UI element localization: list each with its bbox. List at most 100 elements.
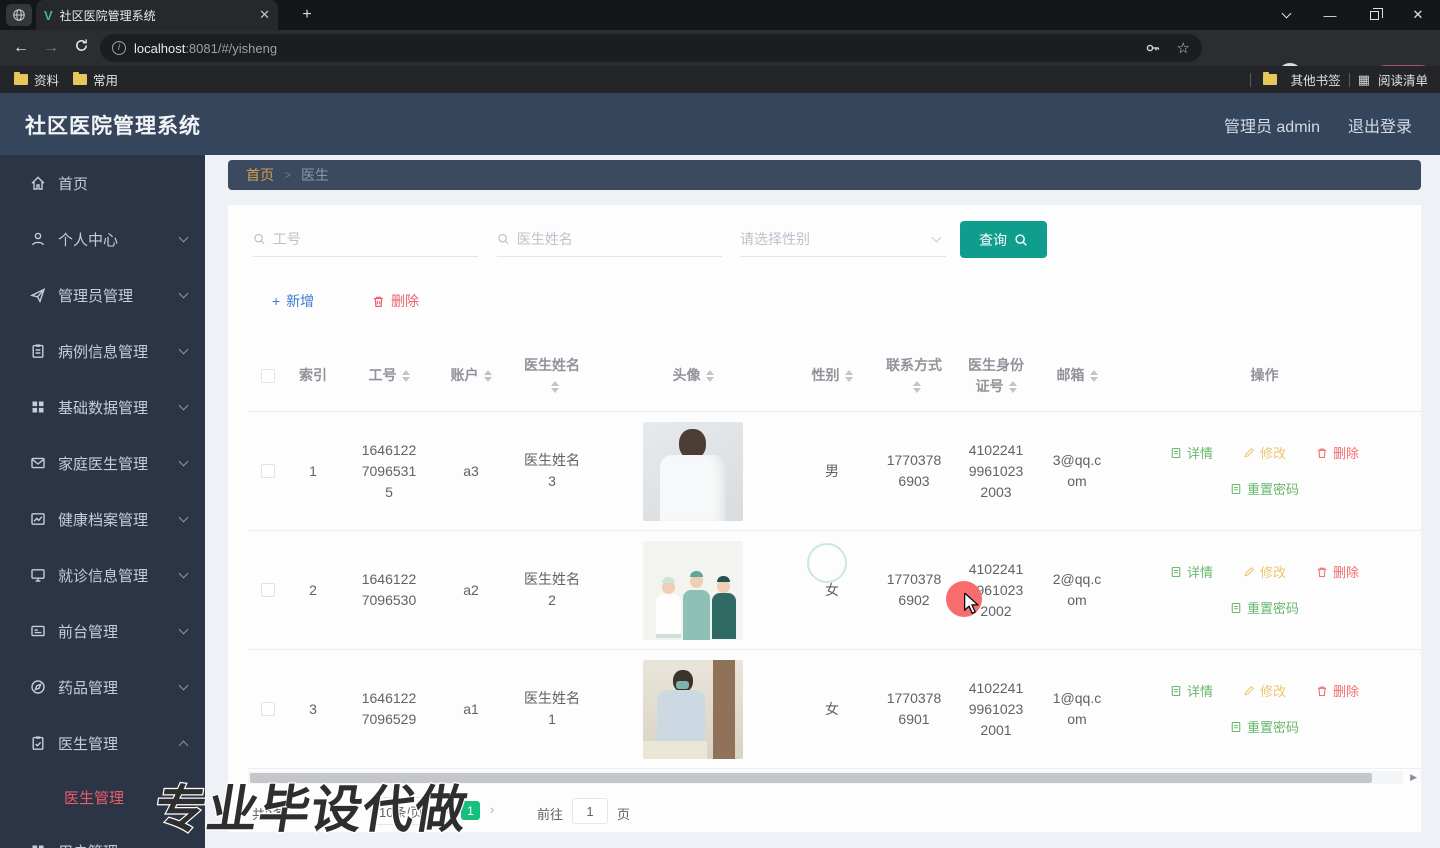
edit-link[interactable]: 修改 — [1243, 443, 1286, 464]
job-no-input[interactable] — [272, 230, 478, 247]
sidebar-item-visit-info[interactable]: 就诊信息管理 — [0, 547, 205, 603]
window-restore-button[interactable] — [1352, 0, 1396, 30]
sidebar-item-front-desk[interactable]: 前台管理 — [0, 603, 205, 659]
cell-phone: 17703786902 — [886, 571, 942, 608]
delete-link[interactable]: 删除 — [1316, 562, 1359, 583]
edit-link[interactable]: 修改 — [1243, 681, 1286, 702]
bookmark-ziliao[interactable]: 资料 — [34, 70, 59, 89]
sort-caret[interactable] — [705, 369, 714, 382]
col-gender[interactable]: 性别 — [784, 365, 880, 386]
forward-icon[interactable]: → — [36, 39, 66, 57]
col-avatar[interactable]: 头像 — [602, 365, 784, 386]
cell-name: 医生姓名1 — [524, 690, 580, 727]
detail-link[interactable]: 详情 — [1170, 681, 1213, 702]
sort-caret[interactable] — [1008, 380, 1017, 393]
chevron-down-icon — [178, 456, 189, 467]
row-checkbox[interactable] — [261, 583, 275, 597]
col-name[interactable]: 医生姓名 — [502, 355, 602, 397]
browser-tab[interactable]: V 社区医院管理系统 ✕ — [36, 0, 278, 30]
window-close-button[interactable]: ✕ — [1396, 0, 1440, 30]
reset-password-link[interactable]: 重置密码 — [1230, 598, 1299, 619]
doctor-avatar-photo — [643, 421, 743, 521]
col-idcard[interactable]: 医生身份证号 — [948, 355, 1044, 397]
document-icon — [1231, 483, 1241, 495]
chevron-down-icon — [178, 400, 189, 411]
page-suffix-label: 页 — [617, 807, 631, 822]
cell-account: a2 — [463, 581, 479, 598]
window-dropdown-icon[interactable] — [1264, 0, 1308, 30]
breadcrumb-home[interactable]: 首页 — [246, 165, 274, 185]
reset-password-link[interactable]: 重置密码 — [1230, 479, 1299, 500]
row-checkbox[interactable] — [261, 464, 275, 478]
trash-icon — [1317, 686, 1327, 697]
url-host: localhost — [134, 40, 186, 56]
job-no-search-field[interactable] — [253, 221, 478, 257]
sort-caret[interactable] — [844, 369, 853, 382]
browser-tab-bar: V 社区医院管理系统 ✕ + — ✕ — [0, 0, 1440, 30]
sidebar-item-health-record[interactable]: 健康档案管理 — [0, 491, 205, 547]
detail-link[interactable]: 详情 — [1170, 562, 1213, 583]
bookmark-changyong[interactable]: 常用 — [93, 70, 118, 89]
chevron-down-icon — [178, 568, 189, 579]
send-icon — [30, 288, 46, 303]
url-field[interactable]: i localhost:8081/#/yisheng ☆ — [100, 34, 1202, 62]
bookmark-star-icon[interactable]: ☆ — [1177, 39, 1190, 57]
doctor-name-input[interactable] — [516, 230, 722, 247]
sidebar-item-personal-center[interactable]: 个人中心 — [0, 211, 205, 267]
app-title: 社区医院管理系统 — [25, 115, 201, 138]
tab-close-icon[interactable]: ✕ — [259, 7, 270, 23]
back-icon[interactable]: ← — [6, 39, 36, 57]
cell-account: a1 — [463, 700, 479, 717]
logout-button[interactable]: 退出登录 — [1348, 113, 1412, 137]
col-account[interactable]: 账户 — [440, 365, 502, 386]
sidebar-item-case-info[interactable]: 病例信息管理 — [0, 323, 205, 379]
search-button[interactable]: 查询 — [960, 221, 1047, 258]
reading-list[interactable]: 阅读清单 — [1378, 70, 1428, 89]
delete-link[interactable]: 删除 — [1316, 681, 1359, 702]
sidebar-item-home[interactable]: 首页 — [0, 155, 205, 211]
window-minimize-button[interactable]: — — [1308, 0, 1352, 30]
cell-index: 1 — [309, 462, 317, 479]
bookmarks-bar: 资料 常用 其他书签 ▦ 阅读清单 — [0, 66, 1440, 93]
select-all-checkbox[interactable] — [261, 368, 275, 383]
new-tab-button[interactable]: + — [296, 5, 318, 27]
refresh-icon[interactable] — [66, 38, 96, 58]
sidebar-item-doctor-management[interactable]: 医生管理 — [0, 715, 205, 771]
chevron-down-icon — [178, 288, 189, 299]
sort-caret[interactable] — [912, 380, 921, 393]
scroll-right-arrow-icon[interactable]: ▶ — [1410, 772, 1417, 783]
reset-password-link[interactable]: 重置密码 — [1230, 717, 1299, 738]
pencil-icon — [1244, 448, 1254, 458]
sidebar-item-admin-management[interactable]: 管理员管理 — [0, 267, 205, 323]
site-info-icon[interactable]: i — [112, 41, 126, 55]
other-bookmarks[interactable]: 其他书签 — [1291, 70, 1341, 89]
col-job[interactable]: 工号 — [338, 365, 440, 386]
detail-link[interactable]: 详情 — [1170, 443, 1213, 464]
next-page-icon[interactable]: › — [490, 802, 494, 817]
sort-caret[interactable] — [483, 369, 492, 382]
row-checkbox[interactable] — [261, 702, 275, 716]
password-key-icon[interactable] — [1145, 40, 1161, 56]
gender-select[interactable]: 请选择性别 — [740, 221, 946, 257]
breadcrumb-separator: > — [284, 168, 292, 182]
sidebar-item-medicine[interactable]: 药品管理 — [0, 659, 205, 715]
delete-button[interactable]: 删除 — [372, 291, 419, 311]
sort-caret[interactable] — [401, 369, 410, 382]
url-path: :8081/#/yisheng — [185, 40, 278, 56]
sidebar-item-base-data[interactable]: 基础数据管理 — [0, 379, 205, 435]
folder-icon — [73, 72, 88, 85]
app-header: 社区医院管理系统 管理员 admin 退出登录 — [0, 93, 1440, 155]
sidebar-item-family-doctor[interactable]: 家庭医生管理 — [0, 435, 205, 491]
edit-link[interactable]: 修改 — [1243, 562, 1286, 583]
delete-link[interactable]: 删除 — [1316, 443, 1359, 464]
doctor-name-search-field[interactable] — [497, 221, 722, 257]
sort-caret[interactable] — [1089, 369, 1098, 382]
add-button[interactable]: + 新增 — [272, 291, 314, 311]
browser-globe-icon[interactable] — [6, 4, 32, 26]
col-email[interactable]: 邮箱 — [1044, 365, 1110, 386]
col-phone[interactable]: 联系方式 — [880, 355, 948, 397]
pencil-icon — [1244, 567, 1254, 577]
doctor-panel: 请选择性别 查询 + 新增 删除 索引 工号 — [228, 205, 1421, 832]
sort-caret[interactable] — [550, 380, 559, 393]
goto-page-input[interactable] — [572, 798, 608, 824]
